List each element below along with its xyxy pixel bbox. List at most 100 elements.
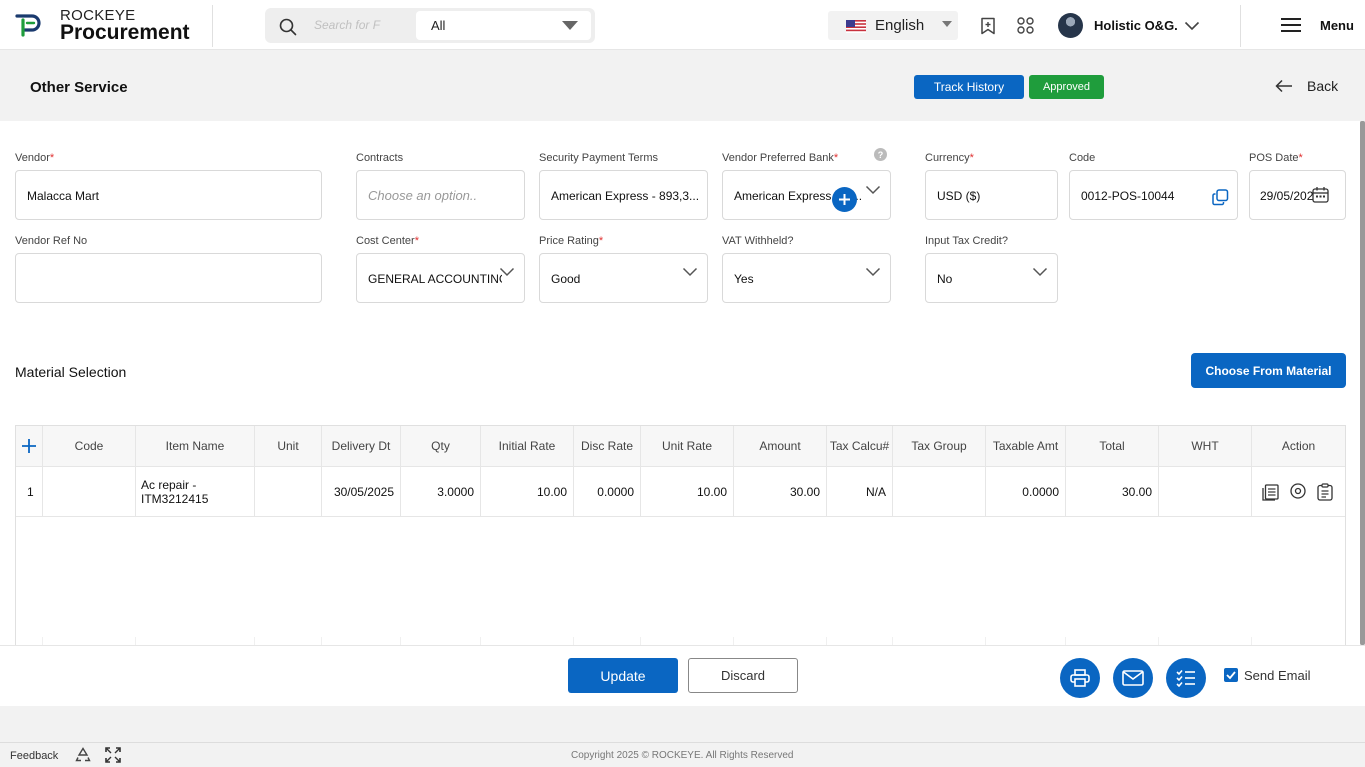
security-payment-terms-value: American Express - 893,3... — [551, 189, 700, 203]
column-header-amount[interactable]: Amount — [734, 426, 827, 466]
input-tax-credit-chevron-down-icon[interactable] — [1032, 267, 1048, 277]
vendor-ref-no-field[interactable] — [15, 253, 322, 303]
column-header-code[interactable]: Code — [43, 426, 136, 466]
row-initial-rate[interactable]: 10.00 — [481, 466, 574, 517]
cost-center-chevron-down-icon[interactable] — [499, 267, 515, 277]
vendor-field[interactable]: Malacca Mart — [15, 170, 322, 220]
currency-field[interactable]: USD ($) — [925, 170, 1058, 220]
price-rating-chevron-down-icon[interactable] — [682, 267, 698, 277]
us-flag-icon — [846, 20, 866, 33]
column-header-initial-rate[interactable]: Initial Rate — [481, 426, 574, 466]
row-disc-rate[interactable]: 0.0000 — [574, 466, 641, 517]
copy-icon[interactable] — [1212, 189, 1229, 206]
row-delivery-dt[interactable]: 30/05/2025 — [322, 466, 401, 517]
mail-icon — [1122, 670, 1144, 686]
security-payment-terms-field[interactable]: American Express - 893,3... — [539, 170, 708, 220]
calendar-icon[interactable] — [1312, 186, 1329, 203]
action-bar — [0, 645, 1365, 706]
email-button[interactable] — [1113, 658, 1153, 698]
track-history-button[interactable]: Track History — [914, 75, 1024, 99]
row-tax-group[interactable] — [893, 466, 986, 517]
title-bar — [0, 51, 1365, 121]
clipboard-icon[interactable] — [1317, 483, 1333, 501]
column-header-taxable-amt[interactable]: Taxable Amt — [986, 426, 1066, 466]
column-header-tax-group[interactable]: Tax Group — [893, 426, 986, 466]
vendor-preferred-bank-select[interactable]: American Express - 98... — [722, 170, 891, 220]
bookmark-icon[interactable] — [980, 17, 996, 35]
column-header-total[interactable]: Total — [1066, 426, 1159, 466]
row-amount: 30.00 — [734, 466, 827, 517]
row-tax-calc[interactable]: N/A — [827, 466, 893, 517]
contracts-select[interactable]: Choose an option.. — [356, 170, 525, 220]
checklist-icon — [1176, 669, 1195, 688]
cost-center-select[interactable]: GENERAL ACCOUNTING — [356, 253, 525, 303]
checkmark-icon — [1226, 671, 1236, 680]
column-header-delivery-dt[interactable]: Delivery Dt — [322, 426, 401, 466]
help-icon[interactable]: ? — [874, 148, 887, 161]
add-row-plus-icon[interactable] — [21, 438, 37, 454]
page-title: Other Service — [30, 79, 128, 96]
price-rating-select[interactable]: Good — [539, 253, 708, 303]
row-qty[interactable]: 3.0000 — [401, 466, 481, 517]
fullscreen-icon[interactable] — [105, 747, 121, 763]
input-tax-credit-label: Input Tax Credit? — [925, 235, 1008, 247]
language-caret-icon[interactable] — [942, 21, 952, 27]
back-link[interactable]: Back — [1307, 78, 1338, 94]
send-email-checkbox[interactable] — [1224, 668, 1238, 682]
user-name[interactable]: Holistic O&G. — [1094, 18, 1178, 33]
column-header-wht[interactable]: WHT — [1159, 426, 1252, 466]
row-unit-rate[interactable]: 10.00 — [641, 466, 734, 517]
header-divider — [212, 5, 213, 47]
column-header-unit[interactable]: Unit — [255, 426, 322, 466]
back-arrow-icon[interactable] — [1275, 79, 1293, 93]
hamburger-menu-icon[interactable] — [1281, 17, 1301, 33]
row-unit[interactable] — [255, 466, 322, 517]
column-header-disc-rate[interactable]: Disc Rate — [574, 426, 641, 466]
send-email-label[interactable]: Send Email — [1244, 668, 1310, 683]
feedback-link[interactable]: Feedback — [10, 750, 58, 762]
refresh-recycle-icon[interactable] — [75, 747, 91, 763]
vendor-preferred-bank-chevron-down-icon[interactable] — [865, 185, 881, 195]
menu-label[interactable]: Menu — [1320, 18, 1354, 33]
search-input[interactable] — [314, 13, 384, 37]
status-badge: Approved — [1029, 75, 1104, 99]
cost-center-label: Cost Center* — [356, 235, 419, 247]
row-code[interactable] — [43, 466, 136, 517]
update-button[interactable]: Update — [568, 658, 678, 693]
column-header-item-name[interactable]: Item Name — [136, 426, 255, 466]
material-table: Code Item Name Unit Delivery Dt Qty Init… — [15, 425, 1346, 646]
row-wht[interactable] — [1159, 466, 1252, 517]
row-actions — [1252, 466, 1345, 517]
column-header-unit-rate[interactable]: Unit Rate — [641, 426, 734, 466]
svg-text:?: ? — [878, 150, 884, 160]
checklist-button[interactable] — [1166, 658, 1206, 698]
add-bank-plus-icon[interactable] — [832, 187, 857, 212]
rockeye-logo-icon[interactable] — [14, 11, 46, 37]
input-tax-credit-select[interactable]: No — [925, 253, 1058, 303]
copyright-text: Copyright 2025 © ROCKEYE. All Rights Res… — [571, 750, 794, 761]
user-avatar[interactable] — [1058, 13, 1083, 38]
search-scope-value: All — [431, 18, 446, 33]
vat-withheld-select[interactable]: Yes — [722, 253, 891, 303]
row-item-name[interactable]: Ac repair - ITM3212415 — [136, 466, 255, 517]
search-icon[interactable] — [279, 18, 297, 36]
apps-grid-icon[interactable] — [1017, 17, 1034, 34]
user-menu-chevron-down-icon[interactable] — [1184, 21, 1200, 31]
details-list-icon[interactable] — [1262, 484, 1279, 501]
header-divider — [1240, 5, 1241, 47]
column-header-action[interactable]: Action — [1252, 426, 1345, 466]
pos-date-value: 29/05/2025 — [1260, 189, 1314, 203]
vat-withheld-chevron-down-icon[interactable] — [865, 267, 881, 277]
choose-from-material-button[interactable]: Choose From Material — [1191, 353, 1346, 388]
column-header-tax-calc[interactable]: Tax Calcu# — [827, 426, 893, 466]
print-button[interactable] — [1060, 658, 1100, 698]
discard-button[interactable]: Discard — [688, 658, 798, 693]
scrollbar-thumb[interactable] — [1360, 121, 1365, 645]
search-scope-caret-icon[interactable] — [562, 21, 578, 30]
row-taxable-amt: 0.0000 — [986, 466, 1066, 517]
location-pin-icon[interactable] — [1290, 483, 1306, 501]
code-label: Code — [1069, 152, 1096, 164]
pos-date-field[interactable]: 29/05/2025 — [1249, 170, 1346, 220]
add-row-cell[interactable] — [16, 426, 43, 466]
column-header-qty[interactable]: Qty — [401, 426, 481, 466]
